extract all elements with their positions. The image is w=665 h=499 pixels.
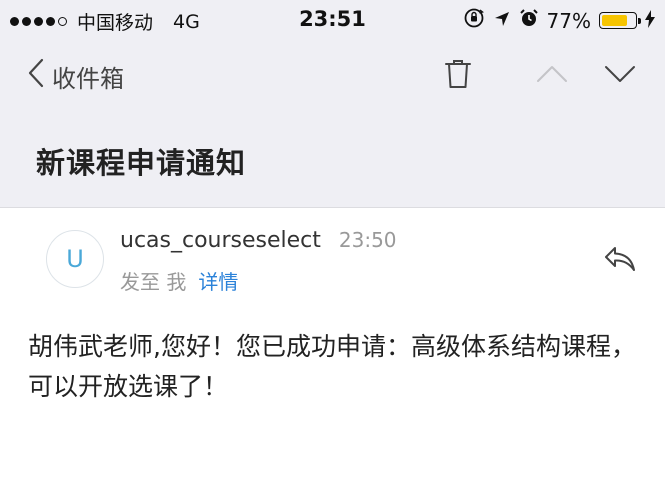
message-time: 23:50 — [338, 228, 397, 252]
battery-percent: 77% — [546, 8, 591, 33]
recipient-label: 发至 我 — [120, 270, 187, 294]
charging-bolt-icon — [645, 9, 655, 33]
reply-icon — [603, 245, 637, 277]
back-label: 收件箱 — [52, 64, 124, 93]
avatar-letter: U — [66, 245, 84, 273]
back-button[interactable]: 收件箱 — [28, 58, 124, 94]
recipient-line: 发至 我 详情 — [120, 266, 238, 295]
nav-bar: 收件箱 — [0, 46, 665, 106]
email-subject: 新课程申请通知 — [36, 146, 247, 180]
alarm-icon — [519, 8, 539, 33]
rotation-lock-icon — [463, 7, 485, 34]
location-arrow-icon — [493, 9, 511, 33]
battery-fill — [602, 15, 627, 26]
status-right: 77% — [463, 7, 655, 34]
chevron-left-icon — [28, 58, 44, 94]
chevron-down-icon — [604, 64, 636, 88]
battery-icon — [599, 12, 641, 29]
next-message-button[interactable] — [602, 58, 638, 94]
email-body: 胡伟武老师,您好！您已成功申请：高级体系结构课程，可以开放选课了！ — [28, 332, 636, 401]
delete-button[interactable] — [440, 58, 476, 94]
sender-name[interactable]: ucas_courseselect — [120, 228, 321, 253]
trash-icon — [444, 58, 472, 94]
mail-screen: 中国移动 4G 23:51 77% 收件箱 新课程申请通知 U ucas_cou… — [0, 0, 665, 499]
sender-line: ucas_courseselect 23:50 — [120, 228, 397, 253]
sender-avatar[interactable]: U — [46, 230, 104, 288]
reply-button[interactable] — [600, 243, 640, 279]
status-bar: 中国移动 4G 23:51 77% — [0, 0, 665, 40]
header-area: 中国移动 4G 23:51 77% 收件箱 新课程申请通知 — [0, 0, 665, 208]
previous-message-button[interactable] — [534, 58, 570, 94]
chevron-up-icon — [536, 64, 568, 88]
details-link[interactable]: 详情 — [198, 266, 238, 295]
